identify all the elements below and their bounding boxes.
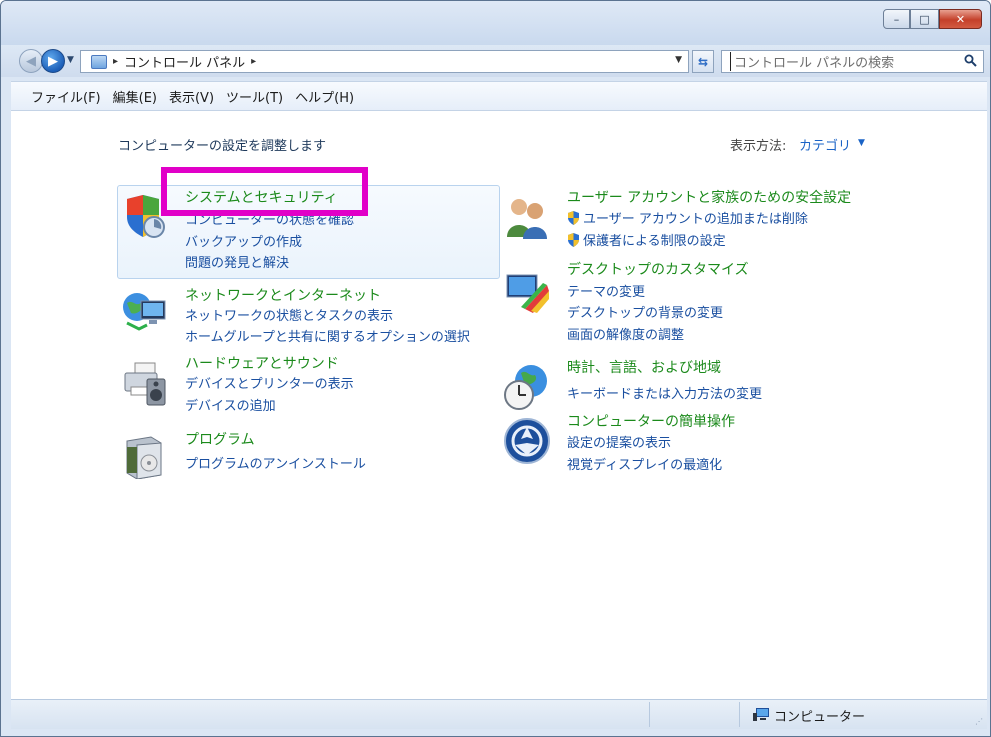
network-globe-icon[interactable] bbox=[121, 289, 169, 337]
status-bar: コンピューター ⋰ bbox=[11, 699, 987, 729]
status-divider bbox=[739, 702, 740, 727]
view-by-label: 表示方法: bbox=[730, 139, 787, 154]
highlight-annotation-box bbox=[161, 167, 368, 216]
clock-language-title-link[interactable]: 時計、言語、および地域 bbox=[567, 357, 721, 377]
hardware-sound-title-link[interactable]: ハードウェアとサウンド bbox=[185, 353, 339, 373]
add-remove-accounts-link[interactable]: ユーザー アカウントの追加または削除 bbox=[567, 208, 808, 227]
user-accounts-title-link[interactable]: ユーザー アカウントと家族のための安全設定 bbox=[567, 187, 851, 207]
close-button[interactable]: ✕ bbox=[939, 9, 982, 29]
add-device-link[interactable]: デバイスの追加 bbox=[185, 395, 276, 414]
search-input[interactable]: コントロール パネルの検索 bbox=[730, 52, 894, 71]
view-by-dropdown[interactable]: カテゴリ bbox=[799, 135, 851, 154]
personalization-icon[interactable] bbox=[503, 269, 551, 317]
uac-shield-icon bbox=[568, 233, 579, 247]
change-background-link[interactable]: デスクトップの背景の変更 bbox=[567, 302, 723, 321]
recent-pages-dropdown-icon[interactable]: ▼ bbox=[67, 55, 74, 65]
programs-title-link[interactable]: プログラム bbox=[185, 429, 255, 449]
adjust-resolution-link[interactable]: 画面の解像度の調整 bbox=[567, 324, 684, 343]
resize-grip-icon[interactable]: ⋰ bbox=[975, 717, 985, 727]
control-panel-window: – □ ✕ ◀ ▶ ▼ ▸ コントロール パネル ▸ ▼ ⇆ コントロール パネ… bbox=[0, 0, 991, 737]
appearance-title-link[interactable]: デスクトップのカスタマイズ bbox=[567, 259, 749, 279]
computer-icon bbox=[753, 708, 769, 721]
status-location: コンピューター bbox=[774, 710, 866, 725]
minimize-button[interactable]: – bbox=[883, 9, 910, 29]
address-dropdown-icon[interactable]: ▼ bbox=[675, 55, 682, 65]
change-theme-link[interactable]: テーマの変更 bbox=[567, 281, 645, 300]
ease-of-access-icon[interactable] bbox=[503, 417, 551, 465]
breadcrumb-separator[interactable]: ▸ bbox=[113, 56, 118, 67]
breadcrumb-separator-end[interactable]: ▸ bbox=[251, 56, 256, 67]
users-icon[interactable] bbox=[503, 193, 551, 241]
search-icon[interactable] bbox=[964, 54, 977, 67]
optimize-display-link[interactable]: 視覚ディスプレイの最適化 bbox=[567, 454, 722, 473]
back-button[interactable]: ◀ bbox=[19, 49, 43, 73]
ease-of-access-title-link[interactable]: コンピューターの簡単操作 bbox=[567, 411, 735, 431]
uninstall-program-link[interactable]: プログラムのアンインストール bbox=[185, 453, 366, 472]
address-bar[interactable]: ▸ コントロール パネル ▸ ▼ bbox=[80, 50, 689, 73]
uac-shield-icon bbox=[568, 211, 579, 225]
parental-controls-label: 保護者による制限の設定 bbox=[583, 234, 726, 249]
menu-help[interactable]: ヘルプ(H) bbox=[295, 87, 354, 106]
status-divider bbox=[649, 702, 650, 727]
navigation-bar: ◀ ▶ ▼ ▸ コントロール パネル ▸ ▼ ⇆ コントロール パネルの検索 bbox=[1, 45, 990, 77]
devices-printers-link[interactable]: デバイスとプリンターの表示 bbox=[185, 373, 354, 392]
title-bar[interactable]: – □ ✕ bbox=[1, 1, 990, 45]
refresh-button[interactable]: ⇆ bbox=[692, 50, 714, 73]
menu-edit[interactable]: 編集(E) bbox=[113, 87, 157, 106]
programs-box-icon[interactable] bbox=[121, 431, 169, 479]
chevron-down-icon[interactable]: ▼ bbox=[858, 138, 865, 148]
suggested-settings-link[interactable]: 設定の提案の表示 bbox=[567, 432, 671, 451]
network-status-link[interactable]: ネットワークの状態とタスクの表示 bbox=[185, 305, 393, 324]
page-title: コンピューターの設定を調整します bbox=[118, 139, 327, 154]
search-box[interactable]: コントロール パネルの検索 bbox=[721, 50, 984, 73]
homegroup-options-link[interactable]: ホームグループと共有に関するオプションの選択 bbox=[185, 326, 470, 345]
forward-button[interactable]: ▶ bbox=[41, 49, 65, 73]
content-area: コンピューターの設定を調整します 表示方法: カテゴリ ▼ システムとセキュリテ… bbox=[11, 111, 987, 699]
window-controls: – □ ✕ bbox=[883, 9, 982, 31]
breadcrumb-control-panel[interactable]: コントロール パネル bbox=[124, 52, 245, 71]
menu-tools[interactable]: ツール(T) bbox=[226, 87, 283, 106]
change-keyboard-link[interactable]: キーボードまたは入力方法の変更 bbox=[567, 383, 762, 402]
create-backup-link[interactable]: バックアップの作成 bbox=[185, 231, 302, 250]
control-panel-icon bbox=[91, 54, 107, 69]
network-title-link[interactable]: ネットワークとインターネット bbox=[185, 285, 381, 305]
maximize-button[interactable]: □ bbox=[910, 9, 939, 29]
troubleshoot-link[interactable]: 問題の発見と解決 bbox=[185, 252, 289, 271]
menu-view[interactable]: 表示(V) bbox=[169, 87, 214, 106]
parental-controls-link[interactable]: 保護者による制限の設定 bbox=[567, 230, 726, 249]
menu-file[interactable]: ファイル(F) bbox=[31, 87, 101, 106]
printer-speaker-icon[interactable] bbox=[121, 359, 169, 407]
clock-globe-icon[interactable] bbox=[503, 363, 551, 411]
menu-bar: ファイル(F) 編集(E) 表示(V) ツール(T) ヘルプ(H) bbox=[11, 81, 987, 111]
add-remove-accounts-label: ユーザー アカウントの追加または削除 bbox=[583, 212, 808, 227]
